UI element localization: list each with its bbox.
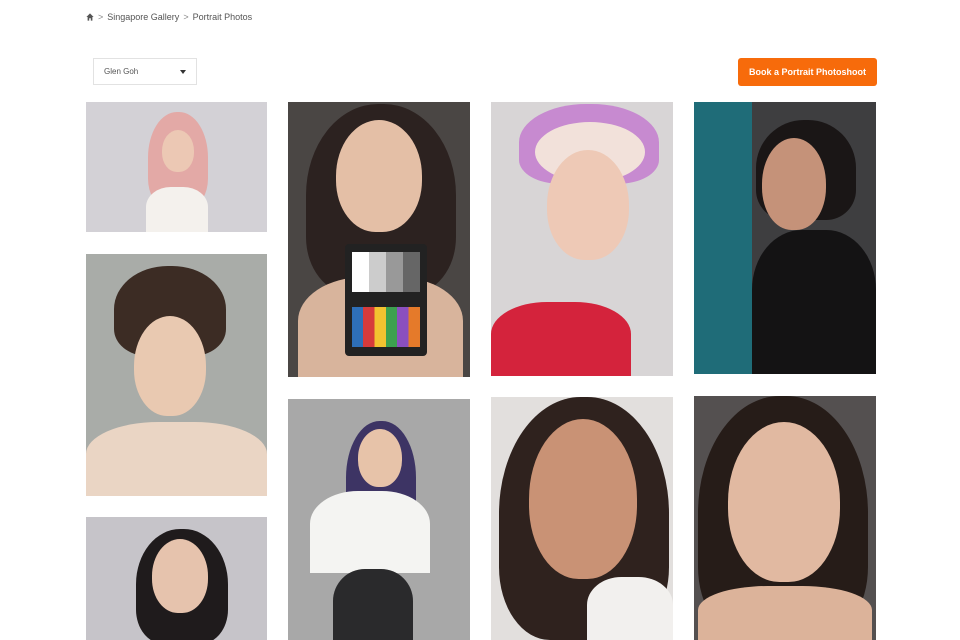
book-photoshoot-button[interactable]: Book a Portrait Photoshoot bbox=[738, 58, 877, 86]
breadcrumb-separator: > bbox=[98, 12, 104, 22]
floral-headpiece-portrait[interactable] bbox=[491, 102, 673, 376]
purple-hair-portrait[interactable] bbox=[288, 399, 470, 640]
natural-closeup-portrait[interactable] bbox=[491, 397, 673, 640]
curly-dark-hair-portrait[interactable] bbox=[86, 517, 267, 640]
breadcrumb: > Singapore Gallery > Portrait Photos bbox=[86, 12, 252, 22]
photographer-select[interactable]: Glen Goh bbox=[93, 58, 197, 85]
breadcrumb-current: Portrait Photos bbox=[192, 12, 253, 22]
bridal-updo-portrait[interactable] bbox=[86, 254, 267, 496]
pink-hair-portrait[interactable] bbox=[86, 102, 267, 232]
caret-down-icon bbox=[180, 69, 186, 74]
color-checker-portrait[interactable] bbox=[288, 102, 470, 377]
photographer-select-value: Glen Goh bbox=[104, 67, 139, 76]
smiling-closeup-portrait[interactable] bbox=[694, 396, 876, 640]
teal-curtain-portrait[interactable] bbox=[694, 102, 876, 374]
breadcrumb-link-gallery[interactable]: Singapore Gallery bbox=[107, 12, 179, 22]
home-icon[interactable] bbox=[86, 13, 94, 21]
breadcrumb-separator: > bbox=[183, 12, 189, 22]
